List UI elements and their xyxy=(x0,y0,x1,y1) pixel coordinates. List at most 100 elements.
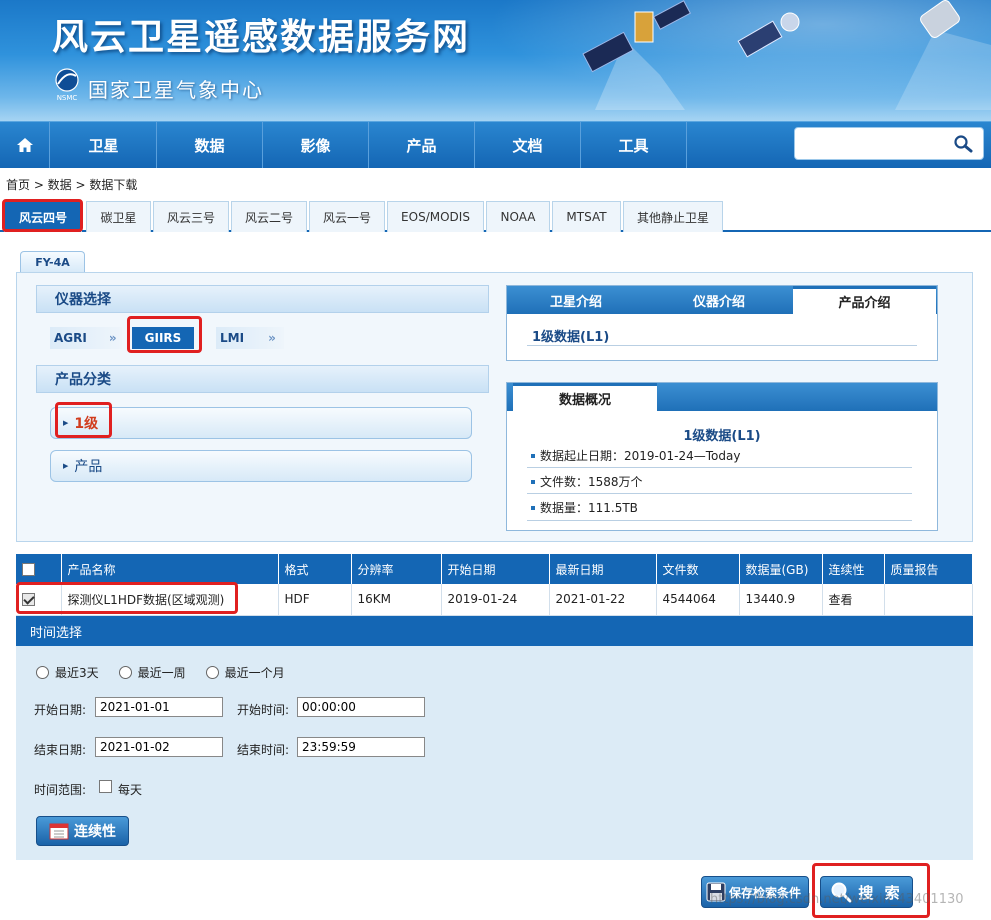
instrument-heading: 仪器选择 xyxy=(36,285,489,313)
tab-fy4a[interactable]: FY-4A xyxy=(20,251,85,273)
end-time-label: 结束时间: xyxy=(237,743,290,757)
category-label: 产品 xyxy=(74,459,103,475)
end-date-input[interactable] xyxy=(95,737,223,757)
quick-range-radios: 最近3天 最近一周 最近一个月 xyxy=(36,664,305,681)
column-header: 格式 xyxy=(278,554,352,584)
overview-text: 数据量：111.5TB xyxy=(540,501,638,515)
column-header: 产品名称 xyxy=(61,554,279,584)
search-button[interactable]: 搜 索 xyxy=(820,876,913,908)
start-time-input[interactable] xyxy=(297,697,425,717)
tab-satellite-intro[interactable]: 卫星介绍 xyxy=(507,286,645,314)
column-header: 质量报告 xyxy=(884,554,973,584)
nav-item-tools[interactable]: 工具 xyxy=(581,122,687,168)
start-time-label: 开始时间: xyxy=(237,703,290,717)
overview-row: 文件数：1588万个 xyxy=(531,473,643,490)
daily-label: 每天 xyxy=(118,783,143,797)
intro-content-title: 1级数据(L1) xyxy=(532,330,610,345)
nav-item-products[interactable]: 产品 xyxy=(369,122,475,168)
triangle-right-icon: ▶ xyxy=(63,419,69,427)
home-icon xyxy=(16,138,33,152)
save-button-label: 保存检索条件 xyxy=(729,885,802,900)
search-button-label: 搜 索 xyxy=(858,883,903,902)
tab-other-geo[interactable]: 其他静止卫星 xyxy=(623,201,723,232)
satellite-illustration-icon xyxy=(582,0,691,110)
select-all-checkbox[interactable] xyxy=(22,563,35,576)
product-name-cell: 探测仪L1HDF数据(区域观测) xyxy=(61,584,279,616)
overview-box: 数据概况 1级数据(L1) 数据起止日期：2019-01-24—Today 文件… xyxy=(506,382,938,531)
floppy-disk-icon xyxy=(706,882,726,902)
column-header: 开始日期 xyxy=(441,554,550,584)
instrument-lmi[interactable]: LMI » xyxy=(216,327,284,349)
org-name: 国家卫星气象中心 xyxy=(88,78,264,102)
magnifier-icon xyxy=(831,882,852,903)
tab-fy1[interactable]: 风云一号 xyxy=(309,201,385,232)
tab-fy2[interactable]: 风云二号 xyxy=(231,201,307,232)
nav-item-imagery[interactable]: 影像 xyxy=(263,122,369,168)
radio-last-3-days[interactable] xyxy=(36,666,49,679)
bullet-icon xyxy=(531,479,535,484)
radio-last-month[interactable] xyxy=(205,666,219,679)
daily-checkbox[interactable] xyxy=(99,780,112,793)
tab-mtsat[interactable]: MTSAT xyxy=(552,201,621,232)
time-selection-heading: 时间选择 xyxy=(16,616,973,646)
triangle-right-icon: ▶ xyxy=(63,462,69,470)
radio-label: 最近一周 xyxy=(137,666,186,680)
bullet-icon xyxy=(531,505,535,510)
intro-box: 卫星介绍 仪器介绍 产品介绍 1级数据(L1) xyxy=(506,285,938,361)
nav-home-button[interactable] xyxy=(0,122,50,168)
tab-noaa[interactable]: NOAA xyxy=(486,201,550,232)
main-navbar: 卫星 数据 影像 产品 文档 工具 xyxy=(0,121,991,168)
continuity-link[interactable]: 查看 xyxy=(822,584,885,616)
tab-instrument-intro[interactable]: 仪器介绍 xyxy=(645,286,793,314)
search-input[interactable] xyxy=(801,128,951,159)
satellite-tabs: 风云四号 碳卫星 风云三号 风云二号 风云一号 EOS/MODIS NOAA M… xyxy=(0,199,991,232)
tab-product-intro[interactable]: 产品介绍 xyxy=(793,286,936,314)
tab-fy4[interactable]: 风云四号 xyxy=(4,201,82,232)
quality-report-cell xyxy=(884,584,973,616)
overview-text: 数据起止日期：2019-01-24—Today xyxy=(540,449,741,463)
nav-item-data[interactable]: 数据 xyxy=(157,122,263,168)
search-icon[interactable] xyxy=(953,134,973,154)
start-date-cell: 2019-01-24 xyxy=(441,584,550,616)
data-size-cell: 13440.9 xyxy=(739,584,823,616)
tab-fy3[interactable]: 风云三号 xyxy=(153,201,229,232)
double-chevron-icon: » xyxy=(108,331,117,345)
tab-eos-modis[interactable]: EOS/MODIS xyxy=(387,201,484,232)
category-products[interactable]: ▶ 产品 xyxy=(50,450,472,482)
nav-item-documents[interactable]: 文档 xyxy=(475,122,581,168)
start-date-label: 开始日期: xyxy=(34,703,87,717)
tab-data-overview[interactable]: 数据概况 xyxy=(513,383,657,411)
nav-item-satellite[interactable]: 卫星 xyxy=(51,122,157,168)
start-date-input[interactable] xyxy=(95,697,223,717)
table-row: 探测仪L1HDF数据(区域观测) HDF 16KM 2019-01-24 202… xyxy=(16,584,973,616)
satellite-illustration-icon xyxy=(895,0,991,110)
row-checkbox[interactable] xyxy=(22,593,35,607)
column-header: 文件数 xyxy=(656,554,740,584)
table-header-row: 产品名称 格式 分辨率 开始日期 最新日期 文件数 数据量(GB) 连续性 质量… xyxy=(16,554,973,584)
instrument-agri[interactable]: AGRI » xyxy=(50,327,122,349)
format-cell: HDF xyxy=(278,584,352,616)
divider xyxy=(527,467,912,468)
site-title: 风云卫星遥感数据服务网 xyxy=(52,17,471,58)
continuity-button[interactable]: 连续性 xyxy=(36,816,129,846)
end-date-label: 结束日期: xyxy=(34,743,87,757)
intro-tabs: 卫星介绍 仪器介绍 产品介绍 xyxy=(507,286,937,314)
row-select-cell xyxy=(16,584,62,616)
radio-last-week[interactable] xyxy=(118,666,132,679)
instrument-label: LMI xyxy=(220,331,245,345)
end-time-input[interactable] xyxy=(297,737,425,757)
radio-label: 最近一个月 xyxy=(224,666,285,680)
overview-row: 数据起止日期：2019-01-24—Today xyxy=(531,447,740,464)
double-chevron-icon: » xyxy=(268,331,276,345)
save-search-button[interactable]: 保存检索条件 xyxy=(701,876,809,908)
category-level1[interactable]: ▶ 1级 xyxy=(50,407,472,439)
site-header: 风云卫星遥感数据服务网 NSMC 国家卫星气象中心 xyxy=(0,0,991,121)
overview-row: 数据量：111.5TB xyxy=(531,499,638,516)
column-header: 最新日期 xyxy=(549,554,657,584)
latest-date-cell: 2021-01-22 xyxy=(549,584,657,616)
instrument-label: AGRI xyxy=(54,331,87,345)
tab-carbon-satellite[interactable]: 碳卫星 xyxy=(86,201,151,232)
nav-search-box xyxy=(794,127,984,160)
instrument-giirs[interactable]: GIIRS xyxy=(132,327,194,349)
continuity-button-label: 连续性 xyxy=(74,824,116,840)
